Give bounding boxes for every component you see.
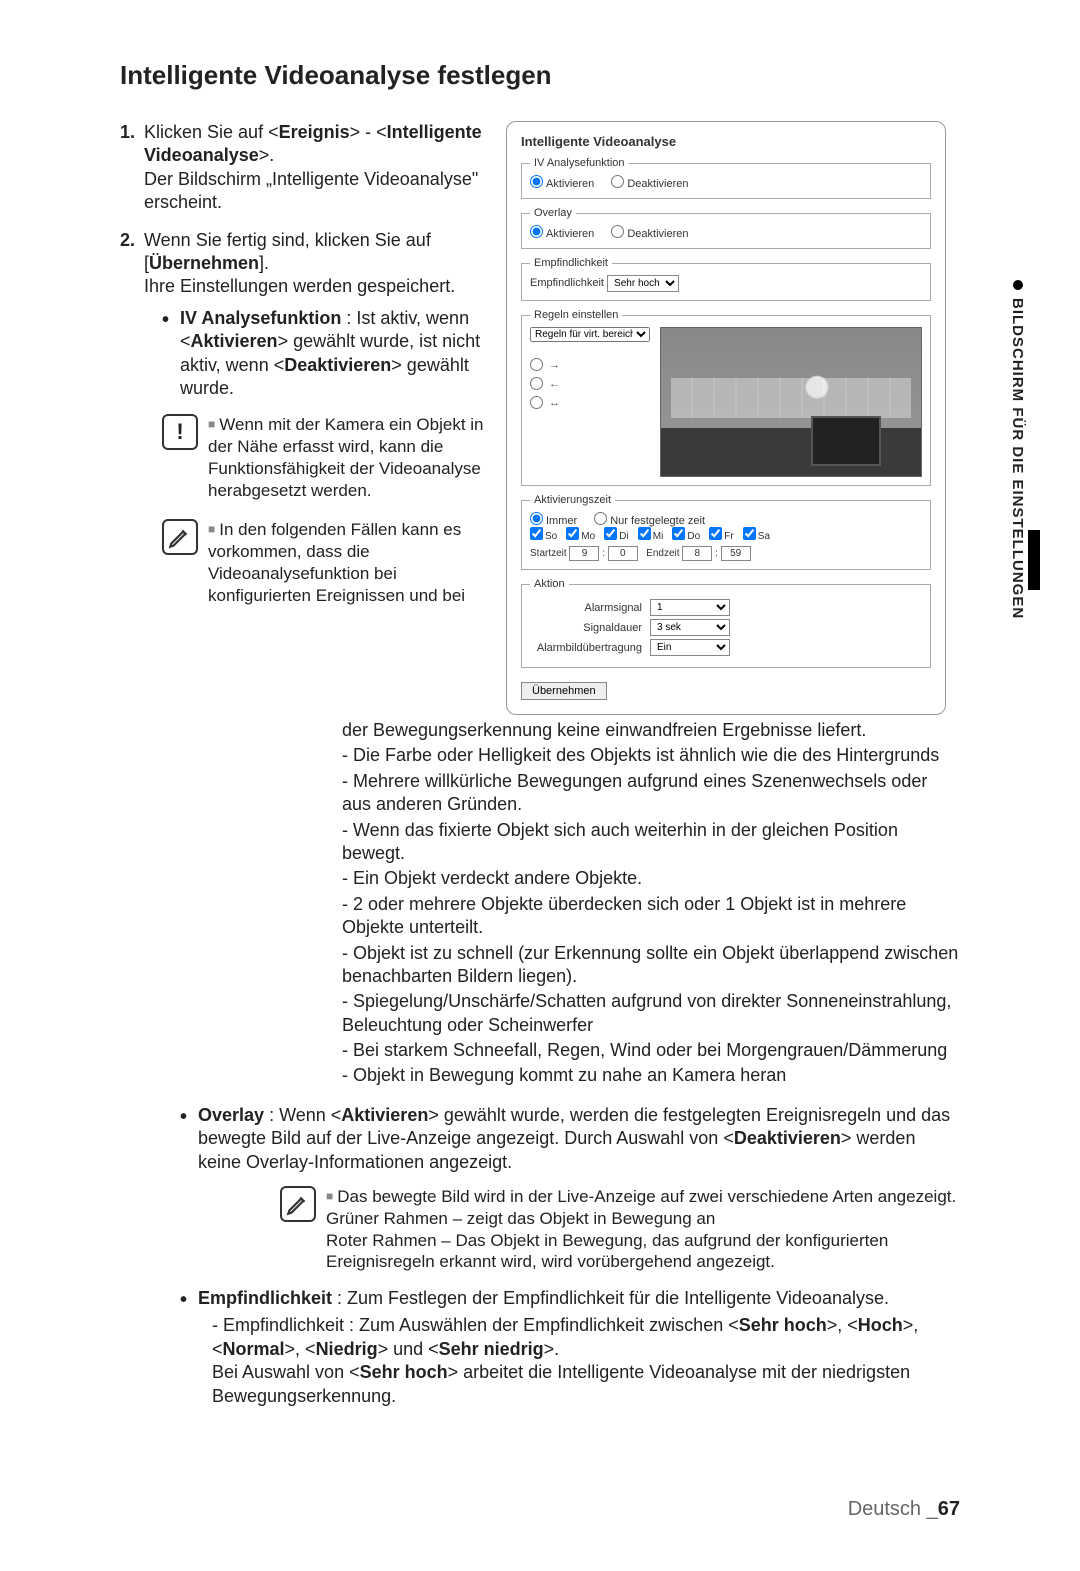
- sensitivity-label: Empfindlichkeit: [530, 277, 604, 289]
- step-number: 1.: [120, 121, 135, 144]
- day-checkbox[interactable]: So: [530, 531, 557, 542]
- camera-preview: [660, 327, 922, 477]
- legend: Aktivierungszeit: [530, 494, 615, 506]
- days-row: So Mo Di Mi Do Fr Sa: [530, 527, 922, 542]
- direction-option-right[interactable]: →: [530, 358, 650, 371]
- apply-button[interactable]: Übernehmen: [521, 682, 607, 700]
- info-note-1: ■In den folgenden Fällen kann es vorkomm…: [162, 519, 490, 606]
- radio-overlay-deactivate[interactable]: Deaktivieren: [611, 228, 688, 240]
- list-item: - Spiegelung/Unschärfe/Schatten aufgrund…: [342, 990, 960, 1037]
- group-sensitivity: Empfindlichkeit Empfindlichkeit Sehr hoc…: [521, 257, 931, 301]
- legend: IV Analysefunktion: [530, 157, 629, 169]
- alarm-signal-select[interactable]: 1: [650, 599, 730, 616]
- panel-title: Intelligente Videoanalyse: [521, 134, 931, 149]
- section-tab: BILDSCHIRM FÜR DIE EINSTELLUNGEN: [1009, 280, 1026, 619]
- tab-dot-icon: [1013, 280, 1023, 290]
- legend: Overlay: [530, 207, 576, 219]
- radio-overlay-activate[interactable]: Aktivieren: [530, 228, 594, 240]
- time-row: Startzeit 9 : 0 Endzeit 8 : 59: [530, 546, 922, 561]
- step-2: 2. Wenn Sie fertig sind, klicken Sie auf…: [120, 229, 490, 401]
- group-iv-function: IV Analysefunktion Aktivieren Deaktivier…: [521, 157, 931, 199]
- step-1: 1. Klicken Sie auf <Ereignis> - <Intelli…: [120, 121, 490, 215]
- day-checkbox[interactable]: Di: [604, 531, 628, 542]
- note-icon: [280, 1186, 316, 1222]
- day-checkbox[interactable]: Mo: [566, 531, 595, 542]
- list-item: - Ein Objekt verdeckt andere Objekte.: [342, 867, 960, 890]
- list-item: - Bei starkem Schneefall, Regen, Wind od…: [342, 1039, 960, 1062]
- settings-panel-screenshot: Intelligente Videoanalyse IV Analysefunk…: [506, 121, 946, 715]
- day-checkbox[interactable]: Mi: [638, 531, 664, 542]
- bullet-iv-function: IV Analysefunktion : Ist aktiv, wenn <Ak…: [162, 307, 490, 401]
- radio-deactivate[interactable]: Deaktivieren: [611, 178, 688, 190]
- group-rules: Regeln einstellen Regeln für virt. berei…: [521, 309, 931, 486]
- edge-tab-marker: [1028, 530, 1040, 590]
- note2-list: - Die Farbe oder Helligkeit des Objekts …: [342, 744, 960, 1087]
- list-item: - Mehrere willkürliche Bewegungen aufgru…: [342, 770, 960, 817]
- action-label: Alarmbildübertragung: [530, 642, 650, 654]
- action-label: Signaldauer: [530, 622, 650, 634]
- sensitivity-select[interactable]: Sehr hoch: [607, 275, 679, 292]
- note-icon: [162, 519, 198, 555]
- list-item: - Die Farbe oder Helligkeit des Objekts …: [342, 744, 960, 767]
- start-min-select[interactable]: 0: [608, 546, 638, 561]
- info-note-2: ■Das bewegte Bild wird in der Live-Anzei…: [280, 1186, 960, 1273]
- bullet-sensitivity: Empfindlichkeit : Zum Festlegen der Empf…: [180, 1287, 960, 1408]
- list-item: - Objekt ist zu schnell (zur Erkennung s…: [342, 942, 960, 989]
- end-min-select[interactable]: 59: [721, 546, 751, 561]
- list-item: - Objekt in Bewegung kommt zu nahe an Ka…: [342, 1064, 960, 1087]
- page-title: Intelligente Videoanalyse festlegen: [120, 60, 960, 91]
- legend: Aktion: [530, 578, 569, 590]
- radio-always[interactable]: Immer: [530, 515, 577, 527]
- signal-duration-select[interactable]: 3 sek: [650, 619, 730, 636]
- alarm-image-select[interactable]: Ein: [650, 639, 730, 656]
- day-checkbox[interactable]: Sa: [743, 531, 770, 542]
- group-action: Aktion Alarmsignal1 Signaldauer3 sek Ala…: [521, 578, 931, 668]
- page-footer: Deutsch _67: [848, 1498, 960, 1521]
- continuation-text: der Bewegungserkennung keine einwandfrei…: [120, 719, 960, 1408]
- direction-option-left[interactable]: ←: [530, 377, 650, 390]
- step-text: Klicken Sie auf <Ereignis> - <Intelligen…: [144, 122, 482, 212]
- legend: Empfindlichkeit: [530, 257, 612, 269]
- step-text: Wenn Sie fertig sind, klicken Sie auf [Ü…: [144, 230, 455, 297]
- warning-icon: !: [162, 414, 198, 450]
- start-hour-select[interactable]: 9: [569, 546, 599, 561]
- group-activation-time: Aktivierungszeit Immer Nur festgelegte z…: [521, 494, 931, 570]
- bullet-overlay: Overlay : Wenn <Aktivieren> gewählt wurd…: [180, 1104, 960, 1174]
- list-item: - 2 oder mehrere Objekte überdecken sich…: [342, 893, 960, 940]
- group-overlay: Overlay Aktivieren Deaktivieren: [521, 207, 931, 249]
- instructions-column: 1. Klicken Sie auf <Ereignis> - <Intelli…: [120, 121, 490, 715]
- direction-option-both[interactable]: ↔: [530, 396, 650, 409]
- radio-fixed-time[interactable]: Nur festgelegte zeit: [594, 515, 705, 527]
- rules-select[interactable]: Regeln für virt. bereich: [530, 327, 650, 342]
- list-item: - Wenn das fixierte Objekt sich auch wei…: [342, 819, 960, 866]
- day-checkbox[interactable]: Do: [672, 531, 700, 542]
- legend: Regeln einstellen: [530, 309, 622, 321]
- end-hour-select[interactable]: 8: [682, 546, 712, 561]
- radio-activate[interactable]: Aktivieren: [530, 178, 594, 190]
- warning-note: ! ■Wenn mit der Kamera ein Objekt in der…: [162, 414, 490, 501]
- day-checkbox[interactable]: Fr: [709, 531, 733, 542]
- action-label: Alarmsignal: [530, 602, 650, 614]
- step-number: 2.: [120, 229, 135, 252]
- note2-continuation: der Bewegungserkennung keine einwandfrei…: [342, 719, 960, 742]
